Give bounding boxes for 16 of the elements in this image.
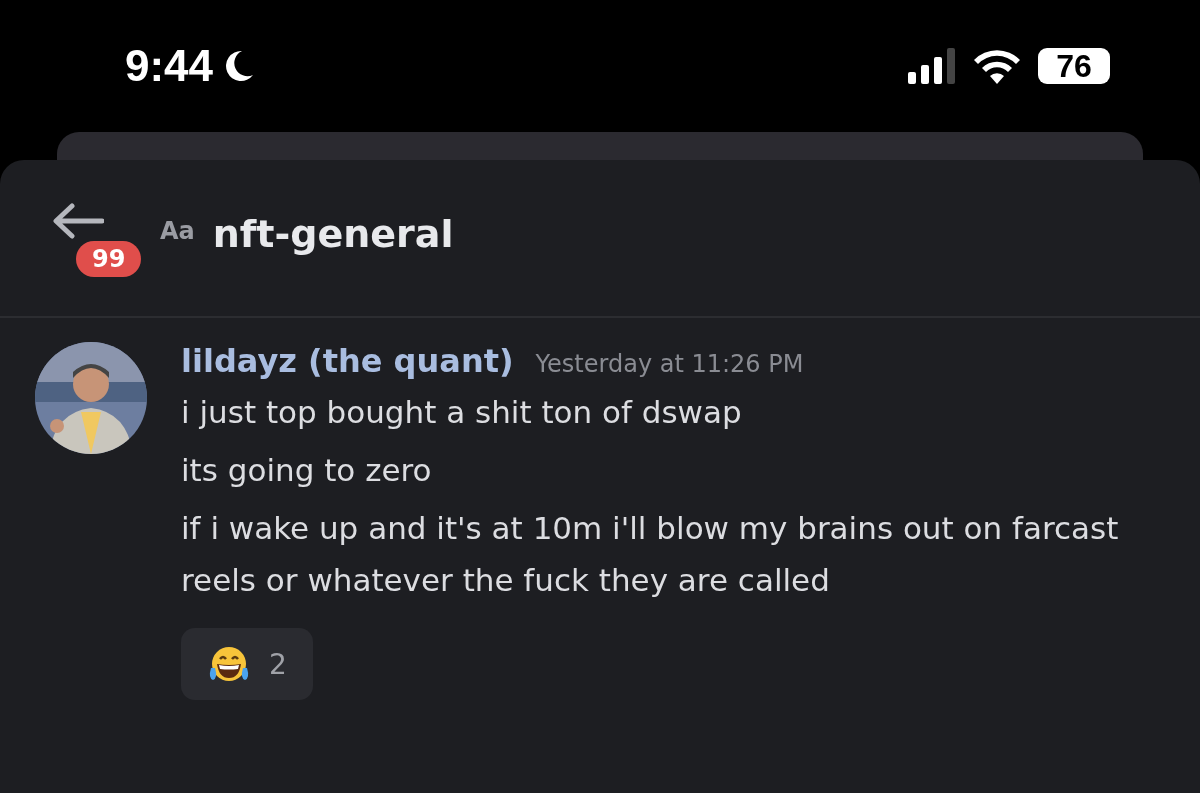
timestamp: Yesterday at 11:26 PM xyxy=(535,350,804,378)
battery-indicator: 76 xyxy=(1038,48,1110,84)
message-text: i just top bought a shit ton of dswap xyxy=(181,393,743,432)
font-size-toggle[interactable]: Aa xyxy=(160,217,195,245)
back-arrow-icon xyxy=(52,203,104,239)
message-text: its going to zero xyxy=(181,451,433,490)
message-text: if i wake up and it's at 10m i'll blow my brains out on farcast reels or whatever the fuck they are called xyxy=(181,509,1120,600)
channel-title: nft-general xyxy=(212,212,454,256)
unread-badge: 99 xyxy=(76,241,142,277)
laughing-emoji-icon xyxy=(207,644,251,684)
reaction-button[interactable]: 2 xyxy=(181,628,313,700)
moon-icon xyxy=(225,49,256,83)
wifi-icon xyxy=(972,48,1022,84)
author-name[interactable]: lildayz (the quant) xyxy=(181,342,514,380)
signal-icon xyxy=(908,48,956,84)
status-time: 9:44 xyxy=(125,41,214,91)
